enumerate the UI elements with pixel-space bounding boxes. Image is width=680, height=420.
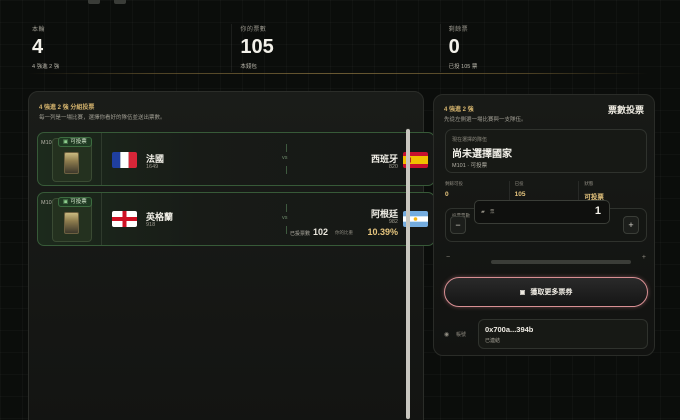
info-label: 剩餘可投 [445,181,463,186]
badge-label: 可投票 [70,139,87,145]
slider-track[interactable] [491,260,631,264]
status-badge: ▣ 可投票 [58,197,92,207]
quantity-value: 1 [594,205,601,217]
stat-label: 本輪 [32,27,46,33]
vs-label: vs [282,155,288,161]
ticket-icon: ▣ [63,199,69,205]
info-value: 0 [445,191,449,198]
quantity-decrease-button[interactable]: − [450,216,466,234]
team-away-count: 820 [388,164,398,170]
vs-line [286,144,287,152]
team-away-count: 982 [388,219,398,225]
wallet-row: ◉ 帳號 0x700a...394b 已連結 [444,319,648,349]
panel-heading: 票數投票 [607,105,644,115]
quantity-slider[interactable]: − + [446,254,646,265]
slider-plus-icon[interactable]: + [642,254,646,261]
match-row-m102[interactable]: M102 ▣ 可投票 英格蘭 918 vs 阿根廷 982 已投票數 102 你的比… [37,192,435,246]
stat-sub: 4 強進 2 強 [32,64,60,70]
button-label: 獲取更多票券 [530,289,573,296]
slider-minus-icon[interactable]: − [446,254,450,261]
extra-votes: 已投票數 102 [290,227,328,237]
flag-england-icon [112,211,137,227]
share-percent: 10.39% [367,227,398,237]
vs-label: vs [282,215,288,221]
selection-value: 尚未選擇國家 [452,149,512,160]
stat-label: 你的票數 [240,27,267,33]
vs-line [286,166,287,174]
selection-box: 現在選擇的隊伍 尚未選擇國家 M101 · 可投票 [445,129,647,173]
flag-france-svg [112,152,137,168]
share-label: 你的比重 [335,230,353,235]
flag-england-svg [112,211,137,227]
stat-sub: 本錢包 [240,64,257,70]
wallet-box[interactable]: 0x700a...394b 已連結 [478,319,648,349]
top-fragment [88,0,100,4]
scrollbar[interactable] [406,128,410,420]
vs-line [286,204,287,212]
quantity-input[interactable]: ▰ 票 1 [474,200,610,224]
stat-votes: 你的票數 105 本錢包 [231,24,439,72]
info-value: 105 [514,191,526,198]
wallet-icon: ◉ [444,332,450,338]
ticket-icon: ▣ [63,139,69,145]
selection-label: 現在選擇的隊伍 [452,137,488,143]
scrollbar-thumb[interactable] [406,129,410,419]
extra-votes-value: 102 [313,227,329,237]
stats-bar: 本輪 4 4 強進 2 強 你的票數 105 本錢包 剩餘票 0 已投 105 … [28,24,648,72]
panel-title: 4 強進 2 強 [444,107,474,113]
ticket-icon: ▣ [519,289,526,296]
vote-panel: 4 強進 2 強 先從左側選一場比賽與一支隊伍。 票數投票 現在選擇的隊伍 尚未… [433,94,655,356]
quantity-increase-button[interactable]: + [623,216,639,234]
match-list-panel: 4 強進 2 強 分組投票 每一列是一場比賽，選擇你看好的隊伍並送出票數。 M1… [28,91,435,420]
ticket-icon: ▰ [481,209,485,215]
panel-title: 4 強進 2 強 分組投票 [39,105,95,111]
stat-remaining: 剩餘票 0 已投 105 票 [439,24,648,72]
info-label: 已投 [514,181,524,186]
flag-france-icon [112,152,137,168]
wallet-label: 帳號 [456,332,467,338]
stat-round: 本輪 4 4 強進 2 強 [28,24,231,72]
wallet-status: 已連結 [485,338,501,344]
separator [101,193,102,245]
selection-sub: M101 · 可投票 [452,163,488,169]
stat-value: 105 [240,36,274,58]
info-label: 狀態 [584,181,594,186]
team-home-count: 918 [146,222,156,228]
stat-label: 剩餘票 [448,27,469,33]
separator [101,133,102,185]
panel-subtitle: 先從左側選一場比賽與一支隊伍。 [444,117,527,123]
team-home-count: 1649 [146,164,159,170]
stat-value: 4 [32,36,44,58]
wallet-address: 0x700a...394b [485,325,534,334]
ticket-image [64,212,79,234]
top-fragment [114,0,126,4]
stat-value: 0 [448,36,460,58]
extra-votes-label: 已投票數 [290,231,311,237]
status-badge: ▣ 可投票 [58,137,92,147]
panel-subtitle: 每一列是一場比賽，選擇你看好的隊伍並送出票數。 [39,115,166,121]
stat-sub: 已投 105 票 [448,64,478,70]
get-more-tickets-button[interactable]: ▣ 獲取更多票券 [444,277,648,307]
ticket-image [64,152,79,174]
vs-line [286,226,287,234]
divider [28,73,648,74]
quantity-unit: 票 [490,209,495,214]
badge-label: 可投票 [70,199,87,205]
match-row-m101[interactable]: M101 ▣ 可投票 法國 1649 vs 西班牙 820 [37,132,435,186]
